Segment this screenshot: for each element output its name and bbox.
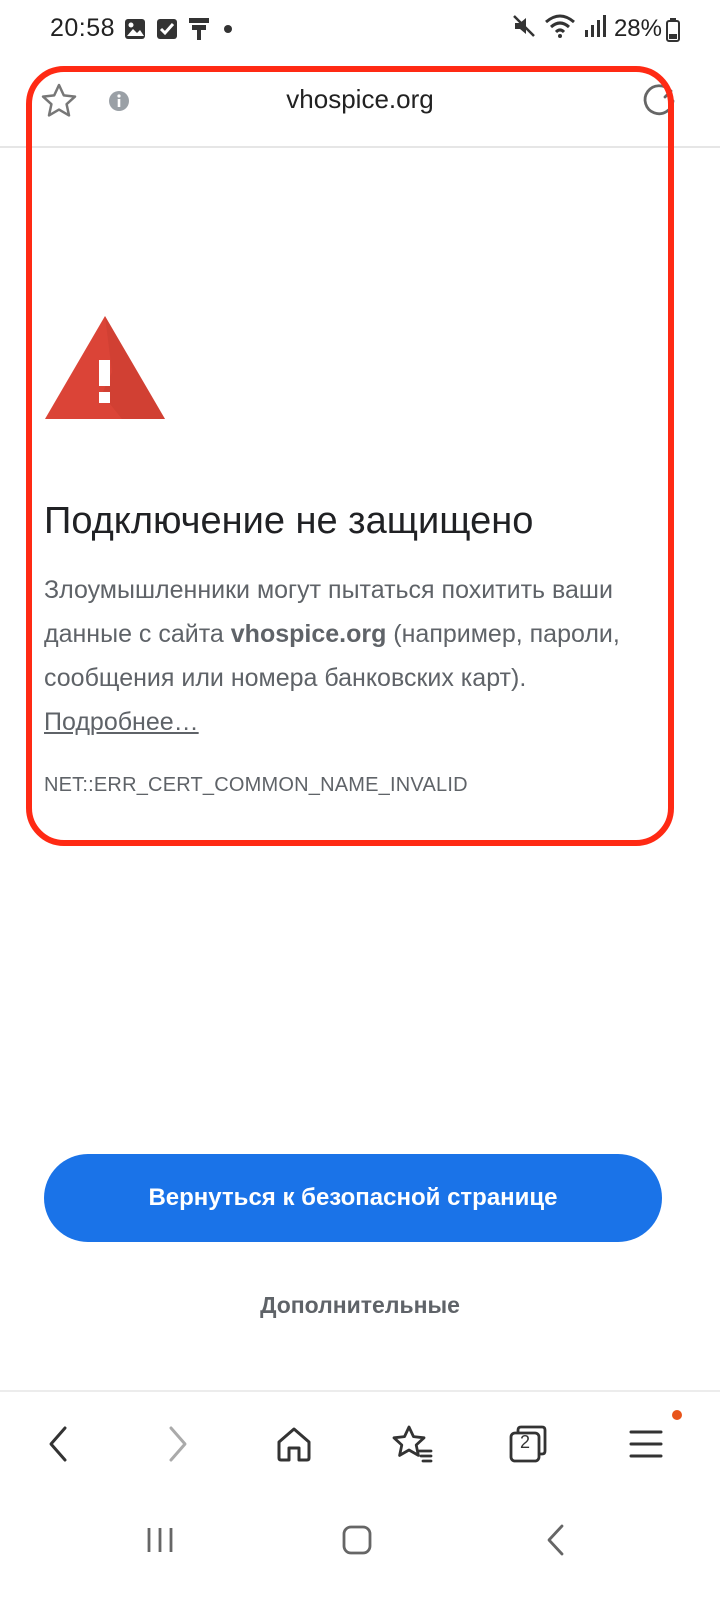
battery-icon xyxy=(666,18,680,47)
home-nav-icon[interactable] xyxy=(327,1510,387,1570)
back-nav-icon[interactable] xyxy=(526,1510,586,1570)
url-bar: vhospice.org xyxy=(0,62,720,148)
gallery-icon xyxy=(124,18,146,40)
status-left-icons xyxy=(124,17,236,41)
pin-icon xyxy=(188,17,210,41)
status-right-icons: 28% xyxy=(512,14,662,43)
advanced-button[interactable]: Дополнительные xyxy=(0,1292,720,1319)
error-description: Злоумышленники могут пытаться похитить в… xyxy=(44,568,676,744)
reload-icon[interactable] xyxy=(640,82,678,125)
menu-icon[interactable] xyxy=(618,1410,682,1472)
system-nav-bar xyxy=(0,1490,720,1600)
back-to-safety-button[interactable]: Вернуться к безопасной странице xyxy=(44,1154,662,1242)
menu-notification-dot xyxy=(672,1410,682,1420)
browser-toolbar: 2 xyxy=(0,1390,720,1492)
back-icon[interactable] xyxy=(30,1416,86,1472)
wifi-icon xyxy=(544,14,576,43)
battery-percent: 28% xyxy=(613,14,662,42)
learn-more-link[interactable]: Подробнее… xyxy=(44,708,199,736)
status-time: 20:58 xyxy=(50,14,116,42)
recent-apps-icon[interactable] xyxy=(130,1510,190,1570)
tab-count: 2 xyxy=(519,1432,530,1452)
mute-icon xyxy=(512,14,536,43)
error-code[interactable]: NET::ERR_CERT_COMMON_NAME_INVALID xyxy=(44,774,468,797)
status-bar: 20:58 28% xyxy=(0,0,720,58)
error-host: vhospice.org xyxy=(230,620,387,648)
warning-triangle-icon xyxy=(44,314,166,425)
tabs-icon[interactable]: 2 xyxy=(500,1416,556,1472)
home-icon[interactable] xyxy=(266,1416,322,1472)
checkbox-icon xyxy=(156,18,178,40)
dot-icon xyxy=(220,18,236,40)
forward-icon[interactable] xyxy=(150,1416,206,1472)
bookmarks-icon[interactable] xyxy=(384,1416,440,1472)
error-title: Подключение не защищено xyxy=(44,500,534,542)
signal-icon xyxy=(584,14,606,43)
url-text[interactable]: vhospice.org xyxy=(0,84,720,115)
